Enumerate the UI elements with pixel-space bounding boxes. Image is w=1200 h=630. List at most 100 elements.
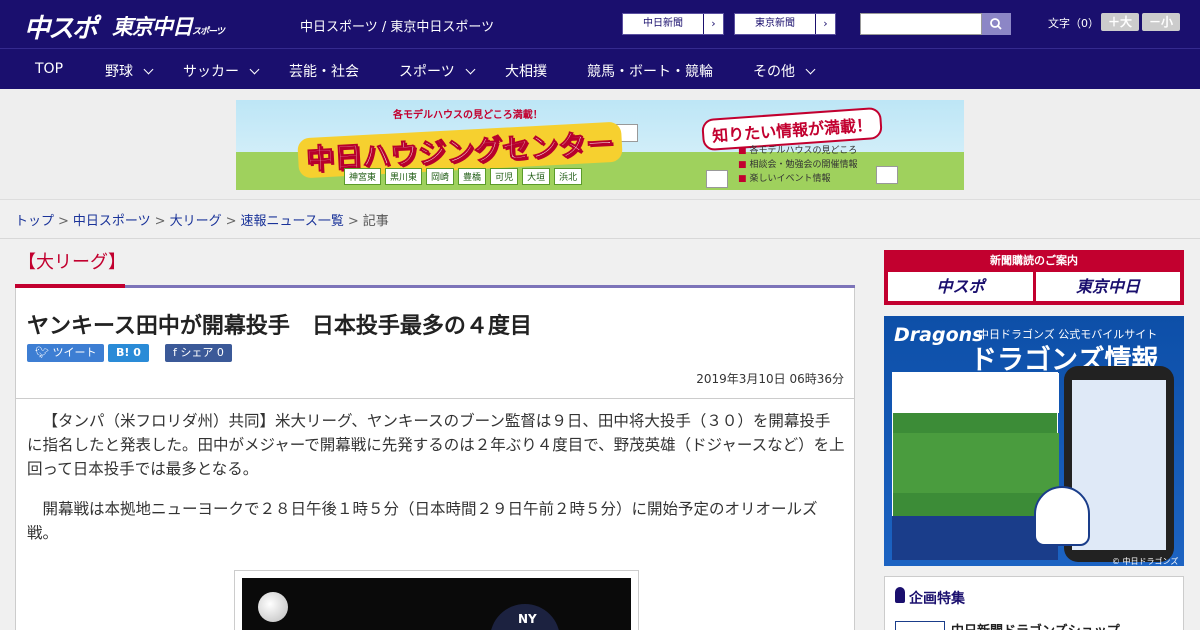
ad-city: 可児 <box>490 168 519 185</box>
yankees-logo-icon: NY <box>518 612 537 626</box>
tweet-label: ツイート <box>52 346 97 359</box>
breadcrumb-separator: > <box>154 214 166 229</box>
main-nav: TOP 野球 サッカー 芸能・社会 スポーツ 大相撲 競馬・ボート・競輪 その他 <box>0 48 1200 89</box>
twitter-icon: 🐦︎ <box>35 346 53 359</box>
feature-item-link[interactable]: 中日新聞ドラゴンズショップ <box>951 620 1120 630</box>
breadcrumb-link[interactable]: 速報ニュース一覧 <box>241 214 344 229</box>
nav-label: 芸能・社会 <box>289 64 359 80</box>
breadcrumb-separator: > <box>58 214 69 229</box>
dragons-app-screenshot <box>892 372 1059 522</box>
breadcrumb: トップ > 中日スポーツ > 大リーグ > 速報ニュース一覧 > 記事 <box>15 210 389 229</box>
nav-label: TOP <box>35 61 64 77</box>
nav-label: 競馬・ボート・競輪 <box>587 64 713 80</box>
article-paragraph: 【タンパ（米フロリダ州）共同】米大リーグ、ヤンキースのブーン監督は９日、田中将大… <box>27 412 845 478</box>
breadcrumb-link[interactable]: トップ <box>15 214 54 229</box>
chunichi-shimbun-button[interactable]: 中日新聞 › <box>622 13 724 35</box>
dragons-copyright: © 中日ドラゴンズ <box>1112 557 1179 566</box>
site-links[interactable]: 中日スポーツ / 東京中日スポーツ <box>300 16 494 35</box>
breadcrumb-link[interactable]: 大リーグ <box>170 214 222 229</box>
tokyo-shimbun-button[interactable]: 東京新聞 › <box>734 13 836 35</box>
divider <box>16 398 854 399</box>
baseball-illustration <box>258 592 288 622</box>
subscribe-tokyo-logo[interactable]: 東京中日 <box>1036 272 1180 301</box>
nav-item-sumo[interactable]: 大相撲 <box>505 61 547 81</box>
feature-box: 企画特集 中日新聞ドラゴンズショップ <box>884 576 1184 630</box>
nav-item-entertainment[interactable]: 芸能・社会 <box>289 61 359 81</box>
ad-info-item: 楽しいイベント情報 <box>738 172 858 186</box>
ad-city: 黒川東 <box>385 168 423 185</box>
nav-item-baseball[interactable]: 野球 <box>105 61 154 81</box>
breadcrumb-separator: > <box>347 214 359 229</box>
ad-city: 岡崎 <box>426 168 455 185</box>
section-tag: 【大リーグ】 <box>18 252 126 273</box>
article-date: 2019年3月10日 06時36分 <box>696 372 844 386</box>
search-icon <box>990 18 1002 30</box>
ad-city: 豊橋 <box>458 168 487 185</box>
tokyo-chunichi-logo[interactable]: 東京中日スポーツ <box>112 11 225 41</box>
subscription-title: 新聞購読のご案内 <box>990 254 1078 267</box>
ad-tagline: 各モデルハウスの見どころ満載！ <box>393 110 543 121</box>
breadcrumb-separator: > <box>225 214 237 229</box>
article-photo[interactable]: NY <box>242 578 631 630</box>
chevron-down-icon <box>465 64 476 75</box>
font-smaller-button[interactable]: －小 <box>1142 13 1180 31</box>
article-photo-frame: NY <box>234 570 639 630</box>
font-size-label: 文字（0） <box>1048 17 1099 30</box>
nav-item-sports[interactable]: スポーツ <box>399 61 476 81</box>
nav-item-other[interactable]: その他 <box>753 61 816 81</box>
facebook-share-button[interactable]: f シェア 0 <box>165 344 232 362</box>
house-illustration <box>706 170 728 188</box>
article-box: ヤンキース田中が開幕投手 日本投手最多の４度目 🐦︎ ツイート B! 0 f シ… <box>15 288 855 630</box>
chuspo-logo[interactable]: 中スポ <box>24 8 98 45</box>
nav-item-racing[interactable]: 競馬・ボート・競輪 <box>587 61 713 81</box>
tweet-button[interactable]: 🐦︎ ツイート <box>27 344 105 362</box>
nav-label: その他 <box>753 64 795 80</box>
chevron-right-icon: › <box>815 14 835 34</box>
nav-label: 野球 <box>105 64 133 80</box>
site-header: 中スポ 東京中日スポーツ 中日スポーツ / 東京中日スポーツ 中日新聞 › 東京… <box>0 0 1200 48</box>
subscription-box[interactable]: 新聞購読のご案内 中スポ 東京中日 <box>884 250 1184 305</box>
subscribe-chuspo-logo[interactable]: 中スポ <box>888 272 1033 301</box>
nav-item-soccer[interactable]: サッカー <box>183 61 260 81</box>
ad-city: 神宮東 <box>344 168 382 185</box>
ad-info-list: 各モデルハウスの見どころ 相談会・勉強会の開催情報 楽しいイベント情報 <box>738 144 858 186</box>
breadcrumb-link[interactable]: 中日スポーツ <box>73 214 151 229</box>
search-input[interactable] <box>860 13 982 35</box>
nav-item-top[interactable]: TOP <box>35 61 63 77</box>
chunichi-shimbun-label: 中日新聞 <box>643 18 683 29</box>
housing-center-ad[interactable]: 各モデルハウスの見どころ満載！ 中日ハウジングセンター 知りたい情報が満載！ 神… <box>236 100 964 190</box>
facebook-share-label: シェア 0 <box>180 346 224 359</box>
article-headline: ヤンキース田中が開幕投手 日本投手最多の４度目 <box>27 314 532 339</box>
article-paragraph: 開幕戦は本拠地ニューヨークで２８日午後１時５分（日本時間２９日午前２時５分）に開… <box>27 500 818 542</box>
chevron-down-icon <box>143 64 154 75</box>
ad-info-item: 相談会・勉強会の開催情報 <box>738 158 858 172</box>
divider <box>0 238 1200 239</box>
search-button[interactable] <box>982 13 1011 35</box>
nav-label: スポーツ <box>399 64 455 80</box>
nav-label: サッカー <box>183 64 239 80</box>
hatena-bookmark-button[interactable]: B! 0 <box>108 344 149 362</box>
chevron-down-icon <box>805 64 816 75</box>
font-larger-button[interactable]: ＋大 <box>1101 13 1139 31</box>
dragons-mobile-ad[interactable]: Dragons 中日ドラゴンズ 公式モバイルサイト ドラゴンズ情報 © 中日ドラ… <box>884 316 1184 566</box>
baseball-field-illustration <box>893 433 1059 493</box>
chevron-right-icon: › <box>703 14 723 34</box>
breadcrumb-current: 記事 <box>362 214 389 229</box>
ad-banner-area: 各モデルハウスの見どころ満載！ 中日ハウジングセンター 知りたい情報が満載！ 神… <box>0 89 1200 200</box>
cap-illustration: NY <box>490 604 560 630</box>
house-illustration <box>876 166 898 184</box>
article-body: 【タンパ（米フロリダ州）共同】米大リーグ、ヤンキースのブーン監督は９日、田中将大… <box>27 409 845 561</box>
feature-thumbnail[interactable] <box>895 621 945 630</box>
tokyo-logo-suffix: スポーツ <box>192 27 225 37</box>
feature-title: 企画特集 <box>909 591 965 607</box>
tokyo-logo-text: 東京中日 <box>112 15 193 39</box>
ribbon-icon <box>895 587 905 603</box>
ad-info-item: 各モデルハウスの見どころ <box>738 144 858 158</box>
dragons-mascot-illustration <box>1034 486 1090 546</box>
chevron-down-icon <box>249 64 260 75</box>
tokyo-shimbun-label: 東京新聞 <box>755 18 795 29</box>
ad-city: 浜北 <box>554 168 583 185</box>
nav-label: 大相撲 <box>505 64 547 80</box>
ad-city-list: 神宮東 黒川東 岡崎 豊橋 可児 大垣 浜北 <box>344 168 583 185</box>
scoreboard-illustration <box>893 373 1059 413</box>
